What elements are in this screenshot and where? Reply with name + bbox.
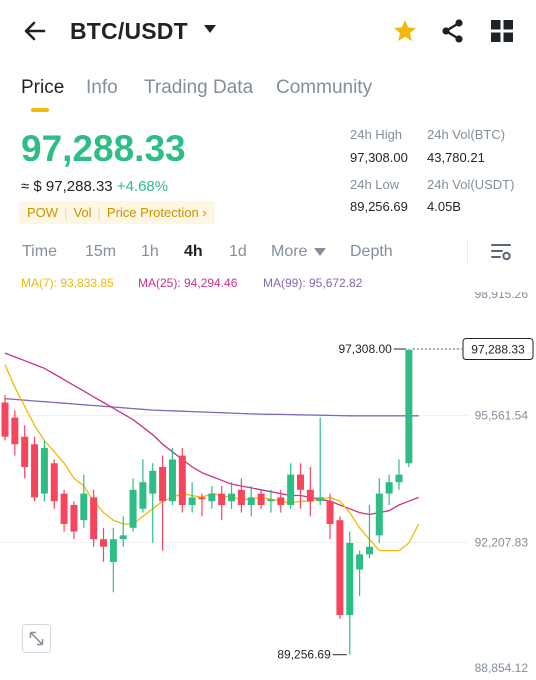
candle-body [178,455,186,505]
candle-body [336,520,344,616]
stat-24h-vol-btc-label: 24h Vol(BTC) [427,127,506,142]
candle-body [297,474,304,490]
candlestick-chart[interactable]: 98,915.26 95,561.54 92,207.83 88,854.12 97,… [0,292,536,680]
candle-body [109,539,117,562]
candle-body [326,501,334,524]
candle-body [395,474,403,483]
y-tick-label: 92,207.83 [475,536,529,550]
interval-more[interactable]: More [271,243,307,261]
tag-price-protection[interactable]: Price Protection › [107,205,207,220]
interval-time[interactable]: Time [22,243,57,261]
candle-body [287,474,295,505]
price-approx-line: ≈ $ 97,288.33 +4.68% [21,178,168,195]
candle-body [159,467,167,502]
candle-body [11,417,19,445]
expand-icon[interactable] [22,624,51,653]
interval-1d[interactable]: 1d [229,243,247,261]
candle-body [405,349,413,464]
back-arrow-icon[interactable] [22,18,48,44]
interval-15m[interactable]: 15m [85,243,116,261]
last-price: 97,288.33 [21,128,186,169]
chevron-down-icon[interactable] [203,24,217,34]
ma99-line [4,398,419,417]
candle-body [385,482,393,494]
candle-body [365,546,373,555]
stat-24h-low-label: 24h Low [350,177,400,192]
low-price-label: 89,256.69 [277,648,331,662]
candle-body [247,497,255,505]
candle-body [139,482,147,509]
star-icon[interactable] [392,18,418,44]
candle-body [188,497,196,505]
tag-pow[interactable]: POW [27,205,58,220]
candle-body [277,497,285,505]
candle-body [316,497,324,502]
stat-24h-high-label: 24h High [350,127,403,142]
tab-community[interactable]: Community [276,77,372,99]
candle-body [237,489,245,505]
interval-4h[interactable]: 4h [184,243,203,261]
active-tab-indicator [31,108,49,112]
price-change-percent: +4.68% [116,178,169,195]
approx-usd-price: ≈ $ 97,288.33 [21,178,113,195]
share-icon[interactable] [440,18,466,44]
y-tick-label: 88,854.12 [475,661,529,675]
y-tick-label: 95,561.54 [475,408,529,422]
stat-24h-vol-usdt-label: 24h Vol(USDT) [427,177,515,192]
candle-body [60,493,68,524]
grid-menu-icon[interactable] [490,19,514,43]
asset-tags: POW | Vol | Price Protection › [19,201,215,224]
high-price-label: 97,308.00 [338,342,392,356]
candle-body [21,436,29,468]
candle-body [375,493,383,536]
candle-body [168,459,176,502]
current-price-label: 97,288.33 [471,343,525,357]
divider [467,240,468,264]
tab-price[interactable]: Price [21,77,64,99]
ma25-label: MA(25): 94,294.46 [138,276,238,290]
candle-body [208,493,216,502]
tab-depth[interactable]: Depth [350,243,393,261]
candle-body [356,554,364,570]
stat-24h-low-value: 89,256.69 [350,199,408,214]
y-tick-label: 98,915.26 [475,292,529,301]
candle-body [119,535,127,540]
candle-body [40,448,48,494]
chart-settings-icon[interactable] [490,241,512,263]
candle-body [149,470,157,494]
candle-body [306,489,314,502]
candle-body [218,493,226,505]
candle-body [80,493,88,521]
stat-24h-high-value: 97,308.00 [350,150,408,165]
tab-info[interactable]: Info [86,77,118,99]
candle-body [100,539,107,547]
candle-body [90,497,98,540]
candle-body [267,499,275,502]
candle-body [31,444,39,498]
candle-body [198,497,206,500]
candles [1,349,413,655]
stat-24h-vol-usdt-value: 4.05B [427,199,461,214]
candle-body [1,402,9,437]
tab-trading-data[interactable]: Trading Data [144,77,253,99]
candle-body [70,504,78,532]
ma99-label: MA(99): 95,672.82 [263,276,363,290]
candle-body [50,463,58,502]
tag-vol[interactable]: Vol [73,205,91,220]
candle-body [129,489,137,528]
candle-body [346,542,354,616]
trading-pair-title[interactable]: BTC/USDT [70,18,188,45]
ma7-label: MA(7): 93,833.85 [21,276,114,290]
stat-24h-vol-btc-value: 43,780.21 [427,150,485,165]
interval-1h[interactable]: 1h [141,243,159,261]
candle-body [257,493,265,505]
candle-body [228,493,236,502]
chevron-down-icon[interactable] [314,248,326,256]
